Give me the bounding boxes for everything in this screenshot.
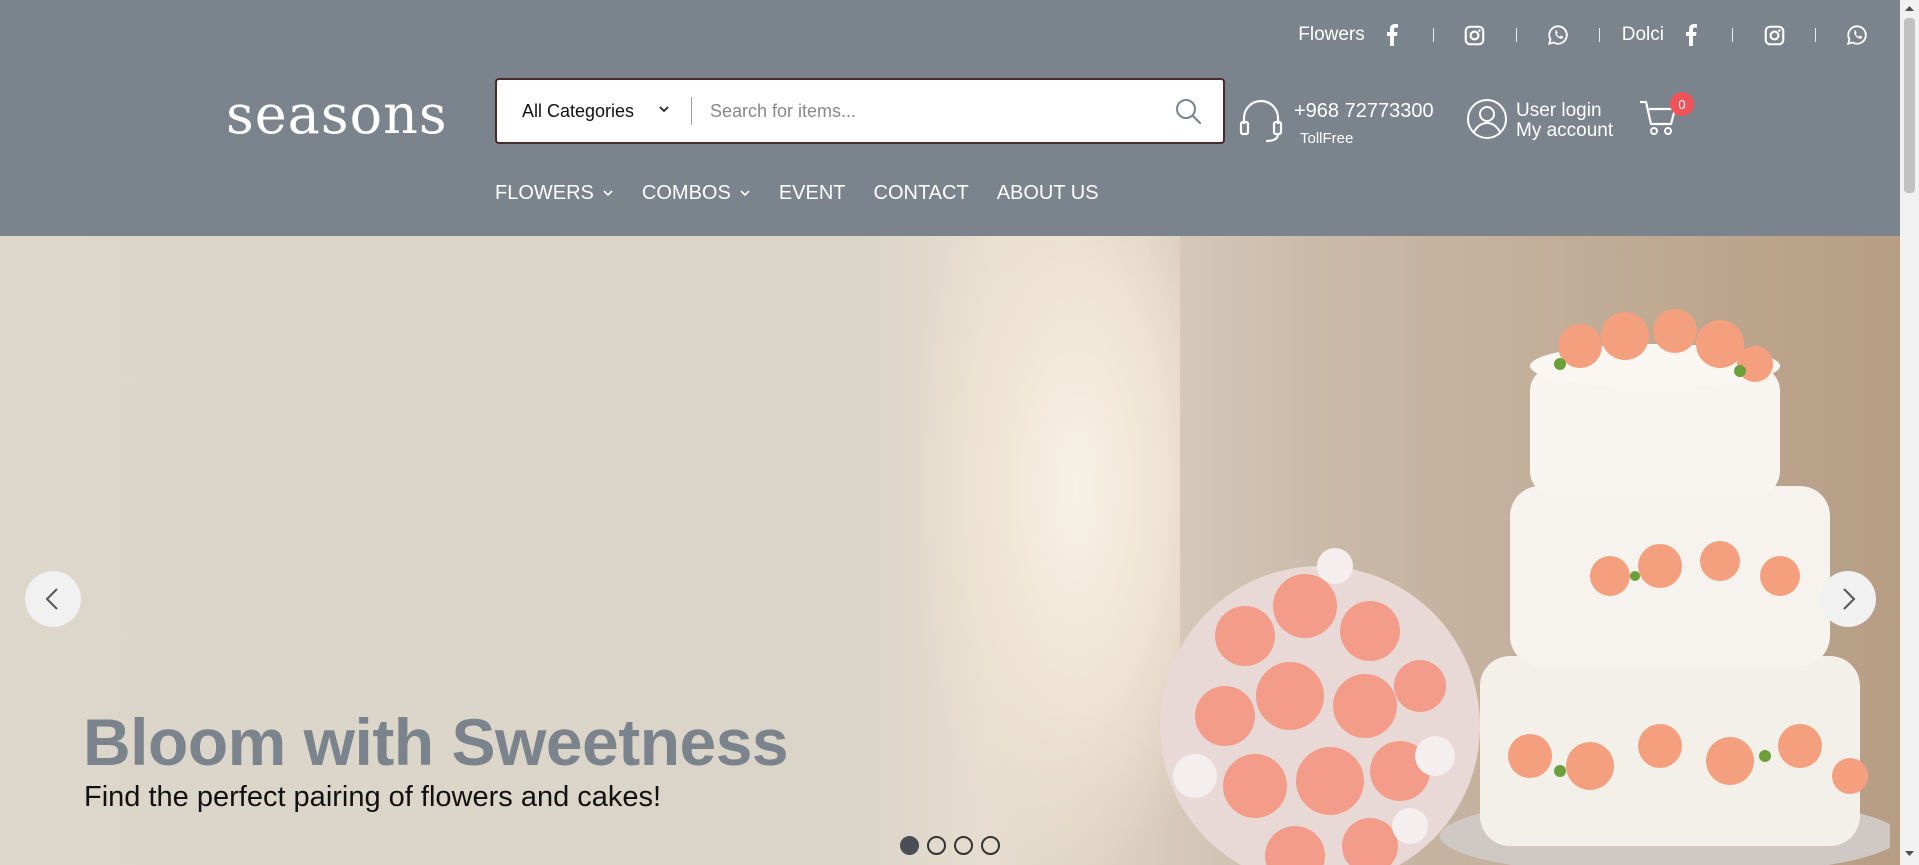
whatsapp-icon[interactable] [1846,24,1868,46]
slider-dot[interactable] [927,836,946,855]
cake-image [1440,309,1890,865]
facebook-icon[interactable] [1680,24,1702,46]
phone-contact[interactable]: +968 72773300 TollFree [1238,96,1438,156]
nav-label: ABOUT US [996,182,1099,204]
user-account[interactable]: User login My account [1466,96,1626,146]
hero-slider: Bloom with Sweetness Find the perfect pa… [0,236,1900,865]
nav-item-event[interactable]: EVENT [779,182,846,205]
cart-icon [1638,100,1680,142]
main-nav: FLOWERS COMBOS EVENT CONTACT ABOUT US [495,182,1127,205]
chevron-left-icon [45,588,58,610]
page-scrollbar[interactable] [1900,0,1919,865]
cart-count-badge: 0 [1670,92,1694,116]
headset-icon [1238,96,1284,149]
nav-item-about-us[interactable]: ABOUT US [997,182,1099,205]
search-icon [1176,99,1202,125]
hero-background-dress [920,236,1180,865]
instagram-icon[interactable] [1763,24,1785,46]
nav-label: FLOWERS [495,182,594,204]
nav-item-flowers[interactable]: FLOWERS [495,182,614,205]
bouquet-image [1160,548,1480,865]
search-bar: All Categories [495,78,1225,144]
separator [1515,28,1517,42]
social-topbar: Flowers Dolci [1298,20,1876,50]
hero-title: Bloom with Sweetness [83,705,789,779]
nav-item-contact[interactable]: CONTACT [874,182,969,205]
user-icon [1466,98,1508,145]
nav-label: EVENT [778,182,846,204]
dolci-label: Dolci [1621,24,1664,45]
chevron-down-icon [602,182,614,205]
category-label: All Categories [522,101,635,121]
slider-dot[interactable] [954,836,973,855]
hero-subtitle: Find the perfect pairing of flowers and … [84,781,662,813]
slider-dot[interactable] [981,836,1000,855]
slider-dots [900,836,1000,855]
separator [1598,28,1600,42]
separator [1815,28,1816,42]
phone-subtitle: TollFree [1300,130,1354,147]
scroll-up-icon [1905,6,1914,11]
chevron-down-icon [739,182,751,205]
search-input[interactable] [692,81,1153,141]
category-select[interactable]: All Categories [497,80,691,142]
flowers-label: Flowers [1298,24,1365,45]
cart-button[interactable]: 0 [1638,92,1694,146]
nav-item-combos[interactable]: COMBOS [642,182,751,205]
slider-prev-button[interactable] [25,571,81,627]
nav-label: CONTACT [873,182,969,204]
site-logo[interactable]: seasons [226,88,448,142]
site-header: Flowers Dolci seasons All Categories Sea… [0,0,1900,236]
facebook-icon[interactable] [1381,24,1403,46]
slider-dot[interactable] [900,836,919,855]
separator [1432,28,1434,42]
chevron-down-icon [657,100,671,121]
instagram-icon[interactable] [1464,24,1486,46]
scroll-thumb[interactable] [1904,18,1915,193]
phone-number: +968 72773300 [1294,100,1434,122]
separator [1732,28,1733,42]
whatsapp-icon[interactable] [1547,24,1569,46]
nav-label: COMBOS [641,182,731,204]
search-button[interactable] [1153,81,1223,141]
scroll-down-icon [1905,851,1914,856]
my-account-link[interactable]: My account [1516,120,1613,142]
slider-next-button[interactable] [1820,571,1876,627]
chevron-right-icon [1843,588,1856,610]
user-login-link[interactable]: User login [1516,100,1602,122]
